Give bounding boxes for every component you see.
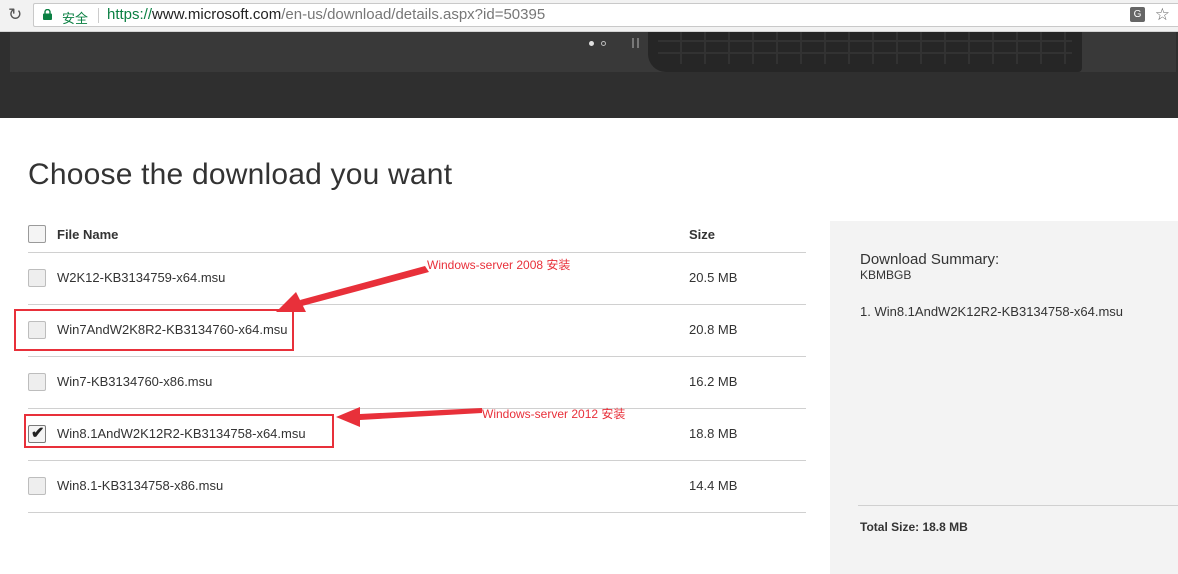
- file-size: 18.8 MB: [689, 426, 738, 441]
- file-name: Win8.1-KB3134758-x86.msu: [57, 478, 224, 493]
- secure-label: 安全: [62, 11, 89, 26]
- file-checkbox[interactable]: [28, 269, 46, 287]
- file-name: W2K12-KB3134759-x64.msu: [57, 270, 226, 285]
- browser-toolbar: ↻ 安全 https://www.microsoft.com/en-us/dow…: [0, 0, 1178, 32]
- lock-icon: [43, 9, 52, 20]
- file-checkbox[interactable]: [28, 373, 46, 391]
- summary-total: Total Size: 18.8 MB: [860, 520, 968, 534]
- highlight-box-2012: [24, 414, 334, 448]
- select-all-checkbox[interactable]: [28, 225, 46, 243]
- page-title: Choose the download you want: [28, 158, 453, 191]
- column-file-name: File Name: [57, 227, 119, 242]
- translate-icon[interactable]: G: [1130, 7, 1145, 22]
- file-size: 20.8 MB: [689, 322, 738, 337]
- summary-item: 1. Win8.1AndW2K12R2-KB3134758-x64.msu: [860, 304, 1124, 319]
- file-row: Win8.1-KB3134758-x86.msu 14.4 MB: [28, 461, 806, 513]
- annotation-2008: Windows-server 2008 安装: [427, 258, 571, 272]
- summary-divider: [858, 505, 1178, 506]
- file-size: 20.5 MB: [689, 270, 738, 285]
- file-size: 14.4 MB: [689, 478, 738, 493]
- url-scheme: https://: [107, 6, 153, 23]
- pause-icon[interactable]: [632, 38, 639, 48]
- annotation-2012: Windows-server 2012 安装: [482, 407, 626, 421]
- highlight-box-2008: [14, 309, 294, 351]
- download-summary-panel: Download Summary: KBMBGB 1. Win8.1AndW2K…: [830, 221, 1178, 574]
- file-row: Win7-KB3134760-x86.msu 16.2 MB: [28, 357, 806, 409]
- file-name: Win7-KB3134760-x86.msu: [57, 374, 213, 389]
- bookmark-star-icon[interactable]: ☆: [1155, 4, 1170, 26]
- hero-banner: [0, 32, 1178, 118]
- address-bar[interactable]: 安全 https://www.microsoft.com/en-us/downl…: [33, 3, 1178, 27]
- keyboard-keys: [658, 32, 1072, 64]
- file-size: 16.2 MB: [689, 374, 738, 389]
- reload-icon[interactable]: ↻: [8, 6, 26, 24]
- url-text[interactable]: https://www.microsoft.com/en-us/download…: [107, 6, 545, 23]
- file-rows: W2K12-KB3134759-x64.msu 20.5 MB Win7AndW2K…: [28, 253, 806, 513]
- address-divider: [98, 8, 99, 23]
- url-path: /en-us/download/details.aspx?id=50395: [281, 6, 546, 23]
- file-table: File Name Size W2K12-KB3134759-x64.msu 20…: [28, 218, 806, 513]
- table-header: File Name Size: [28, 218, 806, 253]
- url-host: www.microsoft.com: [152, 6, 282, 23]
- summary-code: KBMBGB: [860, 268, 912, 282]
- carousel-dot-1[interactable]: [589, 41, 594, 46]
- keyboard-image: [648, 32, 1082, 72]
- summary-title: Download Summary:: [860, 251, 1000, 268]
- column-size: Size: [689, 227, 716, 242]
- file-checkbox[interactable]: [28, 477, 46, 495]
- file-row: W2K12-KB3134759-x64.msu 20.5 MB: [28, 253, 806, 305]
- carousel-dots: [587, 40, 627, 50]
- carousel-dot-2[interactable]: [601, 41, 606, 46]
